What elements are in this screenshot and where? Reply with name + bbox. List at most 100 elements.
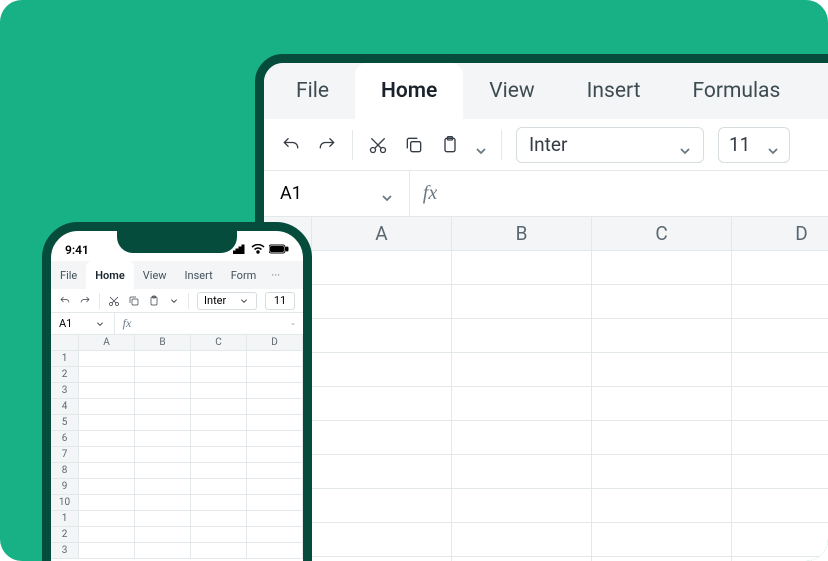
row-header[interactable]: 4 bbox=[51, 399, 79, 415]
cell[interactable] bbox=[452, 421, 592, 455]
cell[interactable] bbox=[732, 421, 828, 455]
row-header[interactable]: 5 bbox=[51, 415, 79, 431]
cell[interactable] bbox=[247, 399, 303, 415]
cell[interactable] bbox=[247, 543, 303, 559]
cell[interactable] bbox=[732, 387, 828, 421]
cell[interactable] bbox=[312, 421, 452, 455]
cell[interactable] bbox=[191, 479, 247, 495]
column-header[interactable]: A bbox=[312, 217, 452, 251]
cell[interactable] bbox=[79, 463, 135, 479]
tab-insert[interactable]: Insert bbox=[561, 63, 667, 119]
cell[interactable] bbox=[191, 351, 247, 367]
cell[interactable] bbox=[592, 557, 732, 561]
cell[interactable] bbox=[452, 489, 592, 523]
row-header[interactable]: 1 bbox=[51, 511, 79, 527]
cell[interactable] bbox=[247, 415, 303, 431]
cell[interactable] bbox=[135, 415, 191, 431]
cut-icon[interactable] bbox=[108, 295, 120, 307]
row-header[interactable]: 1 bbox=[51, 351, 79, 367]
cell[interactable] bbox=[592, 455, 732, 489]
cell[interactable] bbox=[135, 431, 191, 447]
cell[interactable] bbox=[732, 353, 828, 387]
cell[interactable] bbox=[79, 479, 135, 495]
cell[interactable] bbox=[79, 351, 135, 367]
row-header[interactable]: 7 bbox=[51, 447, 79, 463]
tab-file[interactable]: File bbox=[51, 261, 86, 289]
cell[interactable] bbox=[191, 431, 247, 447]
row-header[interactable]: 9 bbox=[51, 479, 79, 495]
cell[interactable] bbox=[312, 251, 452, 285]
tab-view[interactable]: View bbox=[463, 63, 560, 119]
cell[interactable] bbox=[135, 479, 191, 495]
row-header[interactable]: 2 bbox=[51, 367, 79, 383]
more-tabs-button[interactable]: ··· bbox=[265, 269, 286, 282]
cell[interactable] bbox=[312, 387, 452, 421]
cell[interactable] bbox=[135, 399, 191, 415]
cell[interactable] bbox=[79, 511, 135, 527]
row-header[interactable]: 10 bbox=[51, 495, 79, 511]
tab-home[interactable]: Home bbox=[86, 261, 134, 289]
cell[interactable] bbox=[247, 511, 303, 527]
cell[interactable] bbox=[452, 557, 592, 561]
row-header[interactable]: 8 bbox=[51, 463, 79, 479]
column-header[interactable]: B bbox=[452, 217, 592, 251]
row-header[interactable]: 6 bbox=[51, 431, 79, 447]
tab-formulas[interactable]: Formulas bbox=[666, 63, 806, 119]
cell[interactable] bbox=[247, 463, 303, 479]
cell[interactable] bbox=[79, 431, 135, 447]
row-header[interactable]: 3 bbox=[51, 543, 79, 559]
cell[interactable] bbox=[732, 251, 828, 285]
cell[interactable] bbox=[732, 285, 828, 319]
cell[interactable] bbox=[247, 431, 303, 447]
cell[interactable] bbox=[191, 495, 247, 511]
font-size-select[interactable]: 11 bbox=[718, 127, 790, 163]
column-header[interactable]: B bbox=[135, 335, 191, 351]
cell[interactable] bbox=[592, 251, 732, 285]
cell[interactable] bbox=[79, 399, 135, 415]
cell[interactable] bbox=[79, 527, 135, 543]
cell[interactable] bbox=[191, 511, 247, 527]
cell[interactable] bbox=[732, 319, 828, 353]
cell[interactable] bbox=[452, 251, 592, 285]
cell[interactable] bbox=[247, 351, 303, 367]
cell[interactable] bbox=[452, 319, 592, 353]
cell[interactable] bbox=[79, 383, 135, 399]
chevron-down-icon[interactable] bbox=[291, 318, 303, 330]
cell[interactable] bbox=[191, 463, 247, 479]
cell[interactable] bbox=[312, 557, 452, 561]
cell[interactable] bbox=[135, 367, 191, 383]
cell[interactable] bbox=[191, 543, 247, 559]
cell[interactable] bbox=[247, 367, 303, 383]
paste-icon[interactable] bbox=[148, 295, 160, 307]
cell[interactable] bbox=[191, 447, 247, 463]
cell-reference-select[interactable]: A1 bbox=[264, 171, 410, 217]
cell[interactable] bbox=[247, 447, 303, 463]
tab-formulas-truncated[interactable]: Form bbox=[222, 261, 266, 289]
cell[interactable] bbox=[732, 455, 828, 489]
font-family-select[interactable]: Inter bbox=[197, 292, 257, 310]
column-header[interactable]: D bbox=[732, 217, 828, 251]
cell[interactable] bbox=[79, 495, 135, 511]
row-header[interactable]: 2 bbox=[51, 527, 79, 543]
undo-icon[interactable] bbox=[59, 295, 71, 307]
cell[interactable] bbox=[592, 421, 732, 455]
cell[interactable] bbox=[135, 543, 191, 559]
cell[interactable] bbox=[247, 495, 303, 511]
cell[interactable] bbox=[732, 489, 828, 523]
cell[interactable] bbox=[135, 495, 191, 511]
cell[interactable] bbox=[592, 319, 732, 353]
cell[interactable] bbox=[191, 383, 247, 399]
copy-icon[interactable] bbox=[403, 134, 425, 156]
column-header[interactable]: A bbox=[79, 335, 135, 351]
column-header[interactable]: C bbox=[592, 217, 732, 251]
cell[interactable] bbox=[79, 543, 135, 559]
cell[interactable] bbox=[135, 511, 191, 527]
cell[interactable] bbox=[79, 415, 135, 431]
cell[interactable] bbox=[135, 383, 191, 399]
cell[interactable] bbox=[592, 353, 732, 387]
cell[interactable] bbox=[135, 351, 191, 367]
undo-icon[interactable] bbox=[280, 134, 302, 156]
cell[interactable] bbox=[312, 319, 452, 353]
tab-insert[interactable]: Insert bbox=[176, 261, 222, 289]
row-header[interactable]: 3 bbox=[51, 383, 79, 399]
